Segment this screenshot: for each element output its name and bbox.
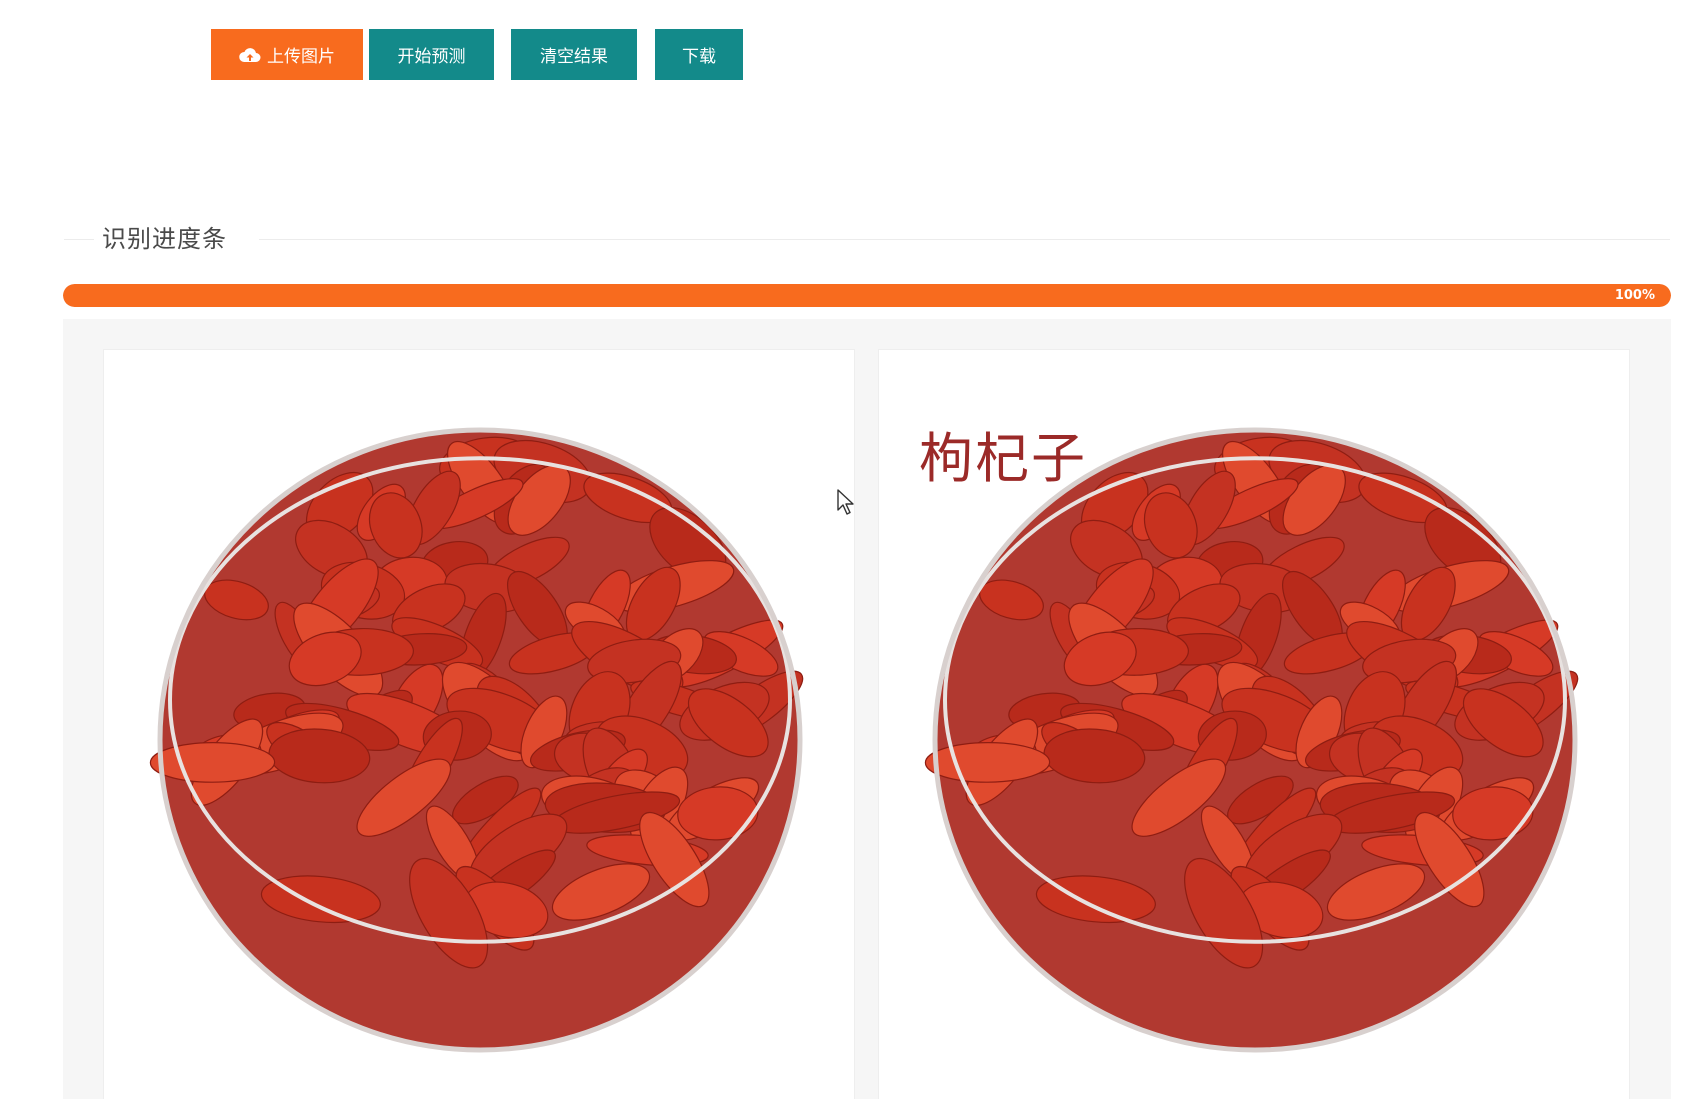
clear-results-label: 清空结果 — [540, 47, 608, 67]
mouse-cursor-icon — [837, 489, 854, 515]
cloud-upload-icon — [239, 47, 261, 62]
upload-image-button[interactable]: 上传图片 — [211, 29, 363, 80]
progress-section-divider: 识别进度条 — [64, 224, 1670, 254]
toolbar: 上传图片 开始预测 清空结果 下载 — [211, 29, 743, 80]
prediction-label: 枸杞子 — [919, 427, 1087, 490]
start-predict-button[interactable]: 开始预测 — [369, 29, 494, 80]
divider-line-left — [64, 239, 94, 240]
progress-section-title: 识别进度条 — [102, 225, 227, 253]
progress-percent-text: 100% — [1614, 288, 1655, 303]
start-predict-label: 开始预测 — [397, 47, 466, 67]
download-label: 下载 — [682, 47, 716, 67]
app-page: 上传图片 开始预测 清空结果 下载 识别进度条 100% 枸杞子 — [0, 0, 1697, 1099]
source-image-card — [103, 349, 855, 1099]
download-button[interactable]: 下载 — [655, 29, 743, 80]
clear-results-button[interactable]: 清空结果 — [511, 29, 637, 80]
source-image — [149, 427, 804, 1053]
upload-image-label: 上传图片 — [267, 47, 335, 67]
divider-line-right — [259, 239, 1670, 240]
result-image-card: 枸杞子 — [878, 349, 1630, 1099]
progress-bar: 100% — [63, 284, 1671, 307]
progress-bar-fill: 100% — [63, 284, 1671, 307]
results-panel: 枸杞子 — [63, 319, 1671, 1099]
